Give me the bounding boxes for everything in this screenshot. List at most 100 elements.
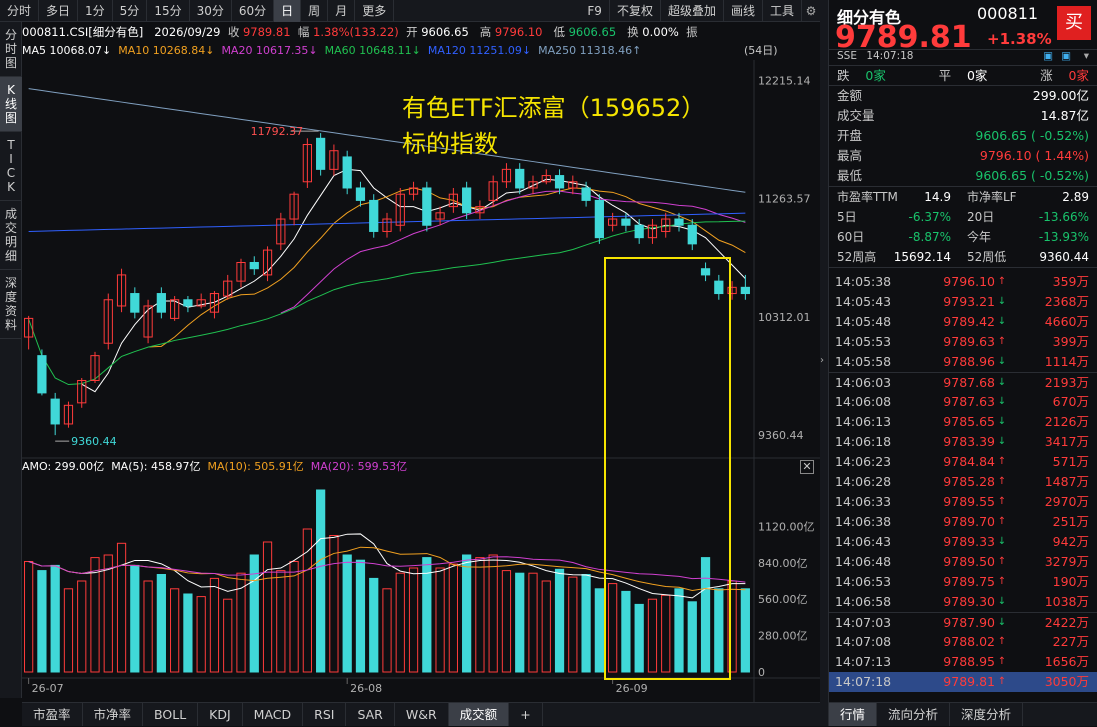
period-tab-2[interactable]: 1分 bbox=[78, 0, 113, 22]
panel-divider[interactable]: › bbox=[820, 0, 828, 726]
tick-time: 14:05:38 bbox=[835, 274, 892, 289]
tick-price: 9789.30 bbox=[943, 594, 995, 609]
quote-tab-0[interactable]: 行情 bbox=[829, 703, 878, 726]
vol-tick-label: 840.00亿 bbox=[758, 557, 808, 570]
tick-row[interactable]: 14:07:13 9788.95 ↑ 1656万 bbox=[829, 652, 1097, 672]
tick-row[interactable]: 14:07:08 9788.02 ↑ 227万 bbox=[829, 632, 1097, 652]
period-tab-4[interactable]: 15分 bbox=[147, 0, 190, 22]
tick-row[interactable]: 14:07:18 9789.81 ↑ 3050万 bbox=[829, 672, 1097, 692]
amo-label: AMO: 299.00亿 bbox=[22, 460, 105, 473]
arrow-up-icon: ↑ bbox=[997, 496, 1007, 507]
left-tab-1[interactable]: K线图 bbox=[0, 77, 22, 132]
indicator-tab-2[interactable]: BOLL bbox=[143, 703, 199, 726]
indicator-tab-6[interactable]: SAR bbox=[346, 703, 395, 726]
toolbar-item-1[interactable]: 不复权 bbox=[610, 0, 661, 22]
tick-list[interactable]: 14:05:38 9796.10 ↑ 359万 14:05:43 9793.21 ↓ 2368… bbox=[829, 272, 1097, 692]
period-tab-8[interactable]: 周 bbox=[301, 0, 329, 22]
volume-bar bbox=[408, 567, 419, 673]
period-tab-6[interactable]: 60分 bbox=[232, 0, 275, 22]
vol-tick-label: 1120.00亿 bbox=[758, 520, 815, 533]
volume-bar bbox=[143, 580, 153, 673]
arrow-down-icon: ↓ bbox=[997, 436, 1007, 447]
price-tick-label: 11263.57 bbox=[758, 193, 811, 206]
tick-row[interactable]: 14:05:58 9788.96 ↓ 1114万 bbox=[829, 352, 1097, 372]
tick-price: 9793.21 bbox=[943, 294, 995, 309]
quote-row-label: 最低 bbox=[837, 168, 863, 183]
tick-row[interactable]: 14:05:43 9793.21 ↓ 2368万 bbox=[829, 292, 1097, 312]
indicator-tab-8[interactable]: 成交额 bbox=[448, 703, 510, 726]
toolbar-item-0[interactable]: F9 bbox=[580, 0, 610, 22]
indicator-tab-4[interactable]: MACD bbox=[243, 703, 304, 726]
pin-icon[interactable]: ▣ bbox=[1043, 50, 1053, 62]
tick-time: 14:05:48 bbox=[835, 314, 892, 329]
period-tab-5[interactable]: 30分 bbox=[190, 0, 232, 22]
volume-bar bbox=[329, 535, 339, 673]
left-tab-3[interactable]: 成交明细 bbox=[0, 201, 22, 270]
toolbar-item-4[interactable]: 工具 bbox=[763, 0, 802, 22]
chevron-down-icon[interactable]: ▾ bbox=[1084, 50, 1089, 62]
indicator-tab-5[interactable]: RSI bbox=[303, 703, 347, 726]
indicator-tab-0[interactable]: 市盈率 bbox=[22, 703, 83, 726]
indicator-tab-3[interactable]: KDJ bbox=[198, 703, 243, 726]
stat-value: -6.37% bbox=[908, 210, 951, 224]
tick-row[interactable]: 14:06:03 9787.68 ↓ 2193万 bbox=[829, 372, 1097, 392]
period-tab-3[interactable]: 5分 bbox=[113, 0, 148, 22]
tick-row[interactable]: 14:05:53 9789.63 ↑ 399万 bbox=[829, 332, 1097, 352]
quote-tab-1[interactable]: 流向分析 bbox=[877, 703, 951, 726]
toolbar-item-3[interactable]: 画线 bbox=[724, 0, 763, 22]
arrow-up-icon: ↑ bbox=[997, 476, 1007, 487]
tick-volume: 2368万 bbox=[1044, 294, 1089, 309]
volume-bar bbox=[528, 572, 538, 673]
volume-bar bbox=[24, 561, 34, 673]
left-tab-0[interactable]: 分时图 bbox=[0, 22, 22, 77]
stat-label: 60日 bbox=[837, 230, 865, 244]
settings-icon[interactable]: ⚙ bbox=[802, 4, 820, 18]
period-toolbar: 分时 多日 1分 5分 15分 30分 60分日周月更多 F9 不复权 超级叠加 画线 工具 ⚙ bbox=[0, 0, 820, 22]
quote-row-value: 9796.10 ( 1.44%) bbox=[979, 148, 1089, 163]
tick-row[interactable]: 14:06:43 9789.33 ↓ 942万 bbox=[829, 532, 1097, 552]
tick-row[interactable]: 14:06:18 9783.39 ↓ 3417万 bbox=[829, 432, 1097, 452]
volume-bar bbox=[223, 598, 233, 673]
tick-row[interactable]: 14:06:53 9789.75 ↑ 190万 bbox=[829, 572, 1097, 592]
tick-price: 9785.28 bbox=[943, 474, 995, 489]
quote-tab-2[interactable]: 深度分析 bbox=[950, 703, 1024, 726]
tick-row[interactable]: 14:06:13 9785.65 ↓ 2126万 bbox=[829, 412, 1097, 432]
tick-row[interactable]: 14:06:58 9789.30 ↓ 1038万 bbox=[829, 592, 1097, 612]
stat-label: 市净率LF bbox=[967, 190, 1017, 204]
tick-price: 9787.68 bbox=[943, 375, 995, 390]
buy-button[interactable]: 买 bbox=[1057, 6, 1091, 40]
period-tab-0[interactable]: 分时 bbox=[0, 0, 40, 22]
tick-price: 9788.95 bbox=[943, 654, 995, 669]
link-icon[interactable]: ▣ bbox=[1061, 50, 1071, 62]
left-tab-2[interactable]: TICK bbox=[0, 132, 22, 201]
tick-time: 14:05:58 bbox=[835, 354, 892, 369]
period-tab-1[interactable]: 多日 bbox=[39, 0, 79, 22]
market-code: SSE bbox=[837, 50, 857, 62]
add-indicator-icon[interactable]: + bbox=[509, 703, 543, 726]
indicator-tab-7[interactable]: W&R bbox=[395, 703, 449, 726]
tick-row[interactable]: 14:06:28 9785.28 ↑ 1487万 bbox=[829, 472, 1097, 492]
tick-row[interactable]: 14:06:48 9789.50 ↑ 3279万 bbox=[829, 552, 1097, 572]
tick-price: 9785.65 bbox=[943, 414, 995, 429]
left-tab-4[interactable]: 深度资料 bbox=[0, 270, 22, 339]
tick-row[interactable]: 14:05:38 9796.10 ↑ 359万 bbox=[829, 272, 1097, 292]
period-tab-9[interactable]: 月 bbox=[328, 0, 356, 22]
tick-row[interactable]: 14:06:33 9789.55 ↑ 2970万 bbox=[829, 492, 1097, 512]
indicator-tab-1[interactable]: 市净率 bbox=[83, 703, 144, 726]
period-tab-10[interactable]: 更多 bbox=[355, 0, 395, 22]
toolbar-item-2[interactable]: 超级叠加 bbox=[661, 0, 724, 22]
period-tab-7[interactable]: 日 bbox=[274, 0, 302, 22]
stat-value: 14.9 bbox=[924, 190, 951, 204]
tick-row[interactable]: 14:07:03 9787.90 ↓ 2422万 bbox=[829, 612, 1097, 632]
candle-body bbox=[355, 187, 366, 201]
collapse-arrow-icon[interactable]: › bbox=[820, 355, 824, 366]
volume-bar bbox=[316, 489, 326, 673]
volume-bar bbox=[342, 554, 352, 673]
tick-price: 9783.39 bbox=[943, 434, 995, 449]
tick-row[interactable]: 14:06:38 9789.70 ↑ 251万 bbox=[829, 512, 1097, 532]
tick-row[interactable]: 14:05:48 9789.42 ↓ 4660万 bbox=[829, 312, 1097, 332]
close-icon[interactable]: ✕ bbox=[800, 460, 814, 474]
date-tick-label: 26-07 bbox=[32, 682, 64, 695]
tick-row[interactable]: 14:06:08 9787.63 ↓ 670万 bbox=[829, 392, 1097, 412]
tick-row[interactable]: 14:06:23 9784.84 ↑ 571万 bbox=[829, 452, 1097, 472]
